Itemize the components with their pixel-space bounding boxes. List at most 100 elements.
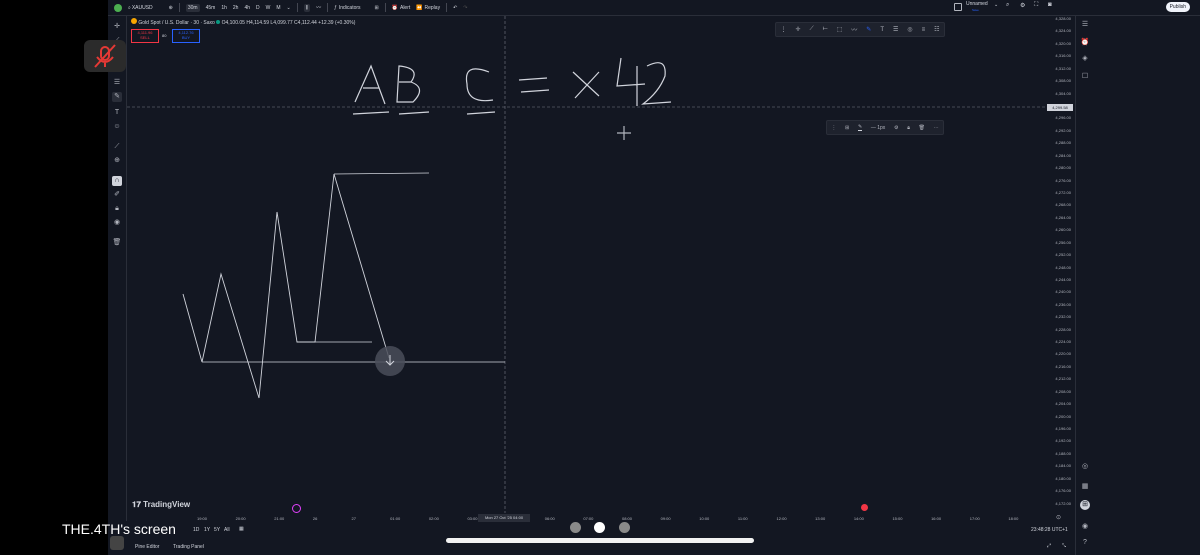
target-icon[interactable]: ◎ [1080,462,1090,472]
range-1d[interactable]: 1D [193,527,199,533]
rectangle-icon[interactable]: ⬚ [837,26,843,33]
layout-name[interactable]: Unnamed [966,1,988,7]
fib-tool-icon[interactable]: ☰ [112,78,122,88]
bar-style-icon[interactable]: ⫼ [303,3,311,12]
timeframe-w[interactable]: W [266,5,271,11]
calendar-icon[interactable]: ▦ [1080,482,1090,492]
path-icon[interactable]: 〰 [851,25,857,34]
text-tool-icon[interactable]: T [112,108,122,118]
drag-handle-icon[interactable]: ⋮ [831,125,836,131]
timeframe-1h[interactable]: 1h [221,5,227,11]
line-chart-icon[interactable]: 〰 [316,4,321,11]
hide-drawings-icon[interactable]: ◉ [112,218,122,228]
timeframe-m[interactable]: M [276,5,280,11]
lock-icon[interactable]: 🔒︎ [112,204,122,214]
circle-icon[interactable]: ◎ [907,26,912,33]
magnet-icon[interactable]: ∩ [112,176,122,186]
layers-icon[interactable]: ◈ [1080,54,1090,64]
utc-clock[interactable]: 23:48:28 UTC+1 [1031,527,1068,533]
help-icon[interactable]: ? [1080,538,1090,548]
drag-handle-icon[interactable]: ⋮ [780,26,786,33]
search-icon[interactable]: ⌕ [128,5,131,11]
horizontal-line-icon[interactable]: ⟝ [823,26,828,33]
alert-button[interactable]: Alert [400,5,410,11]
broadcast-icon[interactable]: ◉ [1080,522,1090,532]
pine-editor-tab[interactable]: Pine Editor [135,544,159,550]
settings-lines-icon[interactable]: ☷ [934,26,939,33]
text-icon[interactable]: T [880,27,884,33]
replay-icon[interactable]: ⏪ [416,5,422,11]
event-marker[interactable] [292,504,301,513]
chart-canvas[interactable] [127,16,1047,513]
watchlist-icon[interactable]: ☰ [1080,20,1090,30]
crosshair-icon[interactable]: ✛ [795,26,800,33]
replay-button[interactable]: Replay [425,5,441,11]
trash-icon[interactable]: 🗑︎ [112,238,122,248]
quick-search-icon[interactable]: ⌕ [1006,2,1009,9]
zoom-in-icon[interactable]: ⊕ [112,156,122,166]
price-tick-label: 4,212.00 [1055,376,1071,382]
publish-button[interactable]: Publish [1165,2,1190,12]
timeframe-4h[interactable]: 4h [244,5,250,11]
trend-line-icon[interactable]: ⟋ [809,26,813,33]
range-all[interactable]: All [224,527,230,533]
chevron-down-icon[interactable]: ⌄ [287,5,291,11]
brush-icon[interactable]: ✎ [866,26,871,33]
alert-icon[interactable]: ⏰ [392,5,398,11]
timeframe-d[interactable]: D [256,5,260,11]
line-color-icon[interactable]: ✎ [857,124,863,131]
page-dot[interactable] [570,522,581,533]
price-tick-label: 4,284.00 [1055,152,1071,158]
camera-icon[interactable]: ◙ [1048,2,1052,8]
emoji-icon[interactable]: ☺ [112,122,122,132]
layout-icon[interactable] [954,3,962,11]
page-dot[interactable] [619,522,630,533]
symbol-title[interactable]: Gold Spot / U.S. Dollar · 30 · Saxo [138,20,214,26]
range-1y[interactable]: 1Y [204,527,210,533]
apps-grid-icon[interactable]: ⊞ [1080,500,1090,510]
buy-button[interactable]: 4,112.76 BUY [172,29,200,43]
collapse-icon[interactable]: ⤢ [1047,543,1051,549]
line-width-selector[interactable]: — 1px [871,125,885,131]
hd-badge [110,536,124,550]
layout-chevron-icon[interactable]: ⌄ [994,2,998,8]
settings-icon[interactable]: ⚙ [1020,2,1025,9]
event-marker[interactable] [861,504,868,511]
stay-in-drawing-icon[interactable]: ✐ [112,190,122,200]
indicators-button[interactable]: Indicators [339,5,361,11]
timeframe-30m[interactable]: 30m [185,3,200,12]
home-indicator[interactable] [446,538,754,543]
brush-icon[interactable]: ✎ [112,92,122,102]
redo-icon[interactable]: ↷ [463,5,467,11]
timeframe-2h[interactable]: 2h [233,5,239,11]
add-symbol-icon[interactable]: ⊕ [169,5,173,11]
more-icon[interactable]: ⋯ [934,125,939,131]
price-axis[interactable]: 4,328.00 4,324.00 4,320.00 4,316.00 4,312.00… [1047,16,1074,513]
range-5y[interactable]: 5Y [214,527,220,533]
lines-icon[interactable]: ≡ [922,27,926,33]
mute-button[interactable] [84,40,126,72]
goto-realtime-icon[interactable]: ⊙ [1056,514,1061,521]
maximize-icon[interactable]: ⤡ [1062,543,1066,549]
alerts-icon[interactable]: ⏰ [1080,38,1090,48]
crosshair-icon[interactable]: ✛ [112,22,122,32]
ruler-icon[interactable]: ⟋ [112,142,122,152]
symbol-search[interactable]: XAUUSD [132,5,153,11]
trash-icon[interactable]: 🗑︎ [919,125,925,131]
fullscreen-icon[interactable]: ⛶ [1034,2,1038,9]
time-axis[interactable]: 19:0020:0021:00262701:0002:0003:0005:000… [127,513,1047,525]
template-icon[interactable]: ⊞ [845,125,849,131]
trading-panel-tab[interactable]: Trading Panel [173,544,204,550]
date-range-icon[interactable]: ▦ [239,526,244,532]
undo-icon[interactable]: ↶ [453,5,457,11]
chat-icon[interactable]: ☐ [1080,72,1090,82]
indicators-icon[interactable]: ƒ [334,5,337,11]
sell-button[interactable]: 4,111.96 SELL [131,29,159,43]
settings-icon[interactable]: ⚙ [894,125,898,131]
templates-icon[interactable]: ⊞ [375,5,379,11]
user-avatar[interactable] [114,3,122,12]
timeframe-45m[interactable]: 45m [206,5,216,11]
lock-icon[interactable]: 🔒︎ [907,125,910,131]
page-dot-active[interactable] [594,522,605,533]
fib-icon[interactable]: ☰ [893,26,898,33]
